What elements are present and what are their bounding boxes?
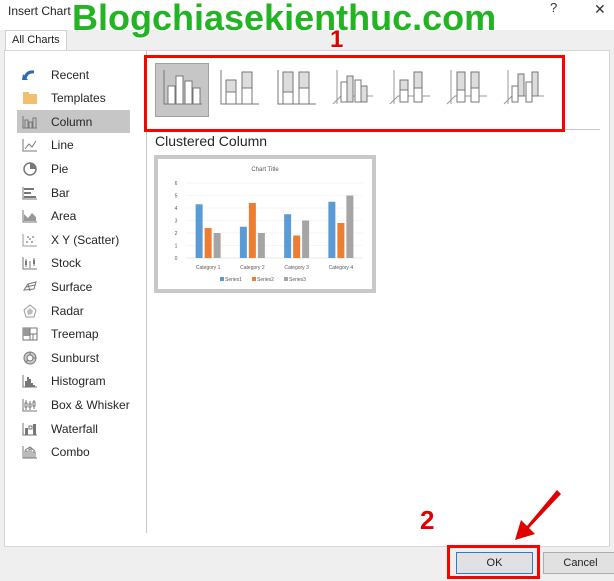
sidebar-item-label: Area <box>51 209 77 224</box>
folder-icon <box>21 90 39 106</box>
annotation-number-1: 1 <box>330 26 344 53</box>
y-tick-label: 0 <box>175 256 178 262</box>
bar-series1-cat1 <box>195 204 203 258</box>
bar-series2-cat3 <box>293 235 301 258</box>
sidebar-item-label: Radar <box>51 303 84 318</box>
sidebar-item-histogram[interactable]: Histogram <box>17 370 130 393</box>
radar-chart-icon <box>21 303 39 319</box>
sidebar-item-label: Combo <box>51 445 90 460</box>
sidebar-item-combo[interactable]: Combo <box>17 441 130 464</box>
y-tick-label: 6 <box>175 181 178 187</box>
bar-series3-cat1 <box>213 233 221 258</box>
sidebar-item-label: Pie <box>51 161 69 176</box>
sidebar-item-x-y-scatter[interactable]: X Y (Scatter) <box>17 228 130 251</box>
sidebar-item-stock[interactable]: Stock <box>17 252 130 275</box>
bar-series3-cat4 <box>346 195 354 258</box>
tab-all-charts[interactable]: All Charts <box>5 30 67 51</box>
sidebar-item-label: X Y (Scatter) <box>51 232 120 247</box>
sidebar-item-recent[interactable]: Recent <box>17 63 130 86</box>
dialog-title: Insert Chart <box>8 4 71 18</box>
sidebar-item-bar[interactable]: Bar <box>17 181 130 204</box>
x-tick-label: Category 3 <box>284 265 309 271</box>
bar-series1-cat3 <box>284 214 292 258</box>
legend-label-series1: Series1 <box>225 277 242 283</box>
sidebar-item-label: Column <box>51 114 93 129</box>
scatter-chart-icon <box>21 232 39 248</box>
sidebar-item-label: Templates <box>51 91 106 106</box>
sidebar-item-label: Waterfall <box>51 421 98 436</box>
legend-label-series2: Series2 <box>257 277 274 283</box>
sidebar-item-label: Box & Whisker <box>51 397 130 412</box>
sidebar-item-area[interactable]: Area <box>17 205 130 228</box>
treemap-chart-icon <box>21 326 39 342</box>
legend-label-series3: Series3 <box>289 277 306 283</box>
sidebar-item-templates[interactable]: Templates <box>17 87 130 110</box>
sidebar-item-pie[interactable]: Pie <box>17 157 130 180</box>
box-whisker-chart-icon <box>21 397 39 413</box>
chart-title: Chart Title <box>251 167 279 173</box>
line-chart-icon <box>21 137 39 153</box>
sidebar-item-label: Sunburst <box>51 350 100 365</box>
bar-series1-cat2 <box>239 226 247 258</box>
y-tick-label: 4 <box>175 206 178 212</box>
y-tick-label: 1 <box>175 244 178 250</box>
sidebar-item-label: Bar <box>51 185 70 200</box>
sidebar-item-radar[interactable]: Radar <box>17 299 130 322</box>
annotation-arrow-icon <box>515 490 561 540</box>
bar-chart-icon <box>21 185 39 201</box>
sidebar-item-label: Histogram <box>51 374 106 389</box>
sidebar-item-line[interactable]: Line <box>17 134 130 157</box>
chart-panel: Recent Templates Column Line Pie Bar Area X Y (… <box>4 50 610 547</box>
waterfall-chart-icon <box>21 421 39 437</box>
bar-series1-cat4 <box>328 201 336 258</box>
x-tick-label: Category 2 <box>240 265 265 271</box>
annotation-box-2 <box>447 545 540 579</box>
combo-chart-icon <box>21 444 39 460</box>
y-tick-label: 2 <box>175 231 178 237</box>
x-tick-label: Category 1 <box>196 265 221 271</box>
x-tick-label: Category 4 <box>329 265 354 271</box>
sidebar-item-waterfall[interactable]: Waterfall <box>17 417 130 440</box>
bar-series2-cat4 <box>337 223 345 258</box>
sidebar-item-box-whisker[interactable]: Box & Whisker <box>17 393 130 416</box>
preview-chart: Chart Title 0 1 2 3 4 5 6 Category 1 Category 2 Ca… <box>175 167 363 283</box>
cancel-button[interactable]: Cancel <box>543 552 614 574</box>
bar-series3-cat3 <box>302 220 310 258</box>
sidebar-item-surface[interactable]: Surface <box>17 275 130 298</box>
sidebar-item-label: Surface <box>51 279 93 294</box>
bar-series2-cat2 <box>248 203 256 258</box>
area-chart-icon <box>21 208 39 224</box>
annotation-box-1 <box>144 55 565 132</box>
surface-chart-icon <box>21 279 39 295</box>
selected-subtype-label: Clustered Column <box>155 133 268 149</box>
y-tick-label: 5 <box>175 194 178 200</box>
chart-type-sidebar: Recent Templates Column Line Pie Bar Area X Y (… <box>5 51 142 531</box>
histogram-chart-icon <box>21 373 39 389</box>
sidebar-item-treemap[interactable]: Treemap <box>17 323 130 346</box>
legend-swatch-series3 <box>284 277 288 281</box>
close-button[interactable]: ✕ <box>594 1 606 18</box>
recent-icon <box>21 67 39 83</box>
watermark-text: Blogchiasekienthuc.com <box>72 0 497 38</box>
sidebar-item-label: Treemap <box>51 327 99 342</box>
sidebar-item-label: Recent <box>51 67 90 82</box>
annotation-number-2: 2 <box>420 505 435 535</box>
sidebar-item-label: Line <box>51 138 74 153</box>
pie-chart-icon <box>21 161 39 177</box>
sidebar-item-sunburst[interactable]: Sunburst <box>17 346 130 369</box>
chart-preview[interactable]: Chart Title 0 1 2 3 4 5 6 Category 1 Category 2 Ca… <box>154 155 376 293</box>
bar-series2-cat1 <box>204 228 212 258</box>
bar-series3-cat2 <box>257 233 265 258</box>
column-chart-icon <box>21 114 39 130</box>
legend-swatch-series1 <box>220 277 224 281</box>
sidebar-item-column[interactable]: Column <box>17 110 130 134</box>
legend-swatch-series2 <box>252 277 256 281</box>
sunburst-chart-icon <box>21 350 39 366</box>
stock-chart-icon <box>21 255 39 271</box>
help-button[interactable]: ? <box>550 0 557 15</box>
sidebar-item-label: Stock <box>51 256 82 271</box>
y-tick-label: 3 <box>175 219 178 225</box>
